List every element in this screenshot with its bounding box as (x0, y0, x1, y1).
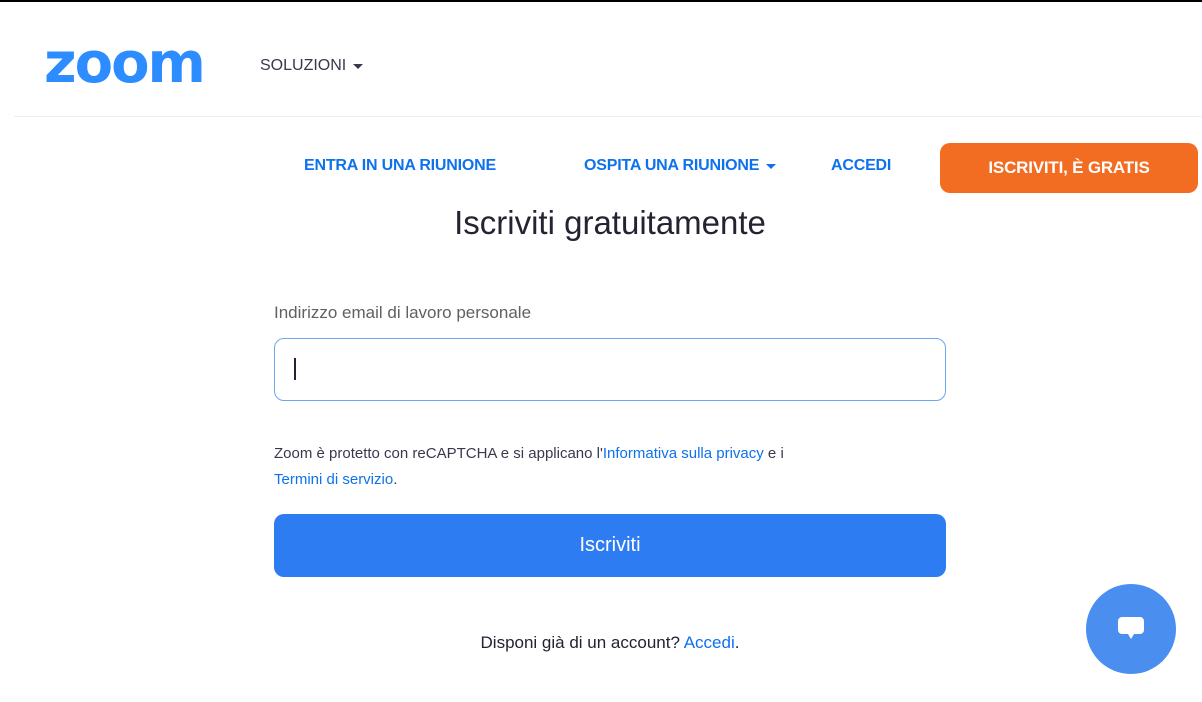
signup-submit-label: Iscriviti (579, 534, 641, 556)
signup-free-button[interactable]: ISCRIVITI, È GRATIS (940, 143, 1198, 193)
text-cursor (294, 358, 296, 380)
solutions-label: SOLUZIONI (260, 57, 347, 74)
join-meeting-link[interactable]: ENTRA IN UNA RIUNIONE (304, 157, 496, 175)
terms-of-service-link[interactable]: Termini di servizio (274, 471, 393, 488)
site-header: zoom SOLUZIONI (0, 2, 1202, 116)
legal-middle: e i (763, 445, 784, 462)
host-meeting-label: OSPITA UNA RIUNIONE (584, 157, 760, 174)
email-input[interactable] (293, 339, 927, 401)
caret-down-icon (766, 164, 777, 169)
join-meeting-label: ENTRA IN UNA RIUNIONE (304, 157, 496, 174)
chat-button[interactable] (1086, 584, 1176, 674)
sign-in-link[interactable]: ACCEDI (831, 157, 891, 175)
privacy-policy-link[interactable]: Informativa sulla privacy (603, 445, 764, 462)
recaptcha-notice: Zoom è protetto con reCAPTCHA e si appli… (274, 441, 954, 493)
legal-suffix: . (393, 471, 398, 488)
account-prompt-text: Disponi già di un account? (480, 633, 684, 652)
page-title: Iscriviti gratuitamente (454, 204, 766, 241)
account-suffix: . (734, 633, 740, 652)
account-sign-in-link[interactable]: Accedi (684, 633, 735, 652)
signup-page: zoom SOLUZIONI ENTRA IN UNA RIUNIONE OSP… (0, 0, 1202, 702)
sign-in-label: ACCEDI (831, 157, 892, 174)
signup-free-label: ISCRIVITI, È GRATIS (988, 158, 1150, 177)
solutions-menu[interactable]: SOLUZIONI (260, 57, 364, 75)
signup-submit-button[interactable]: Iscriviti (274, 514, 946, 577)
chat-bubble-icon (1118, 617, 1144, 639)
zoom-logo[interactable]: zoom (44, 36, 206, 92)
email-field[interactable] (274, 338, 946, 401)
header-divider (14, 116, 1202, 117)
email-field-label: Indirizzo email di lavoro personale (274, 303, 532, 322)
legal-prefix: Zoom è protetto con reCAPTCHA e si appli… (274, 445, 603, 462)
existing-account-prompt: Disponi già di un account? Accedi. (0, 633, 1202, 653)
caret-down-icon (353, 64, 364, 69)
host-meeting-menu[interactable]: OSPITA UNA RIUNIONE (584, 157, 777, 175)
